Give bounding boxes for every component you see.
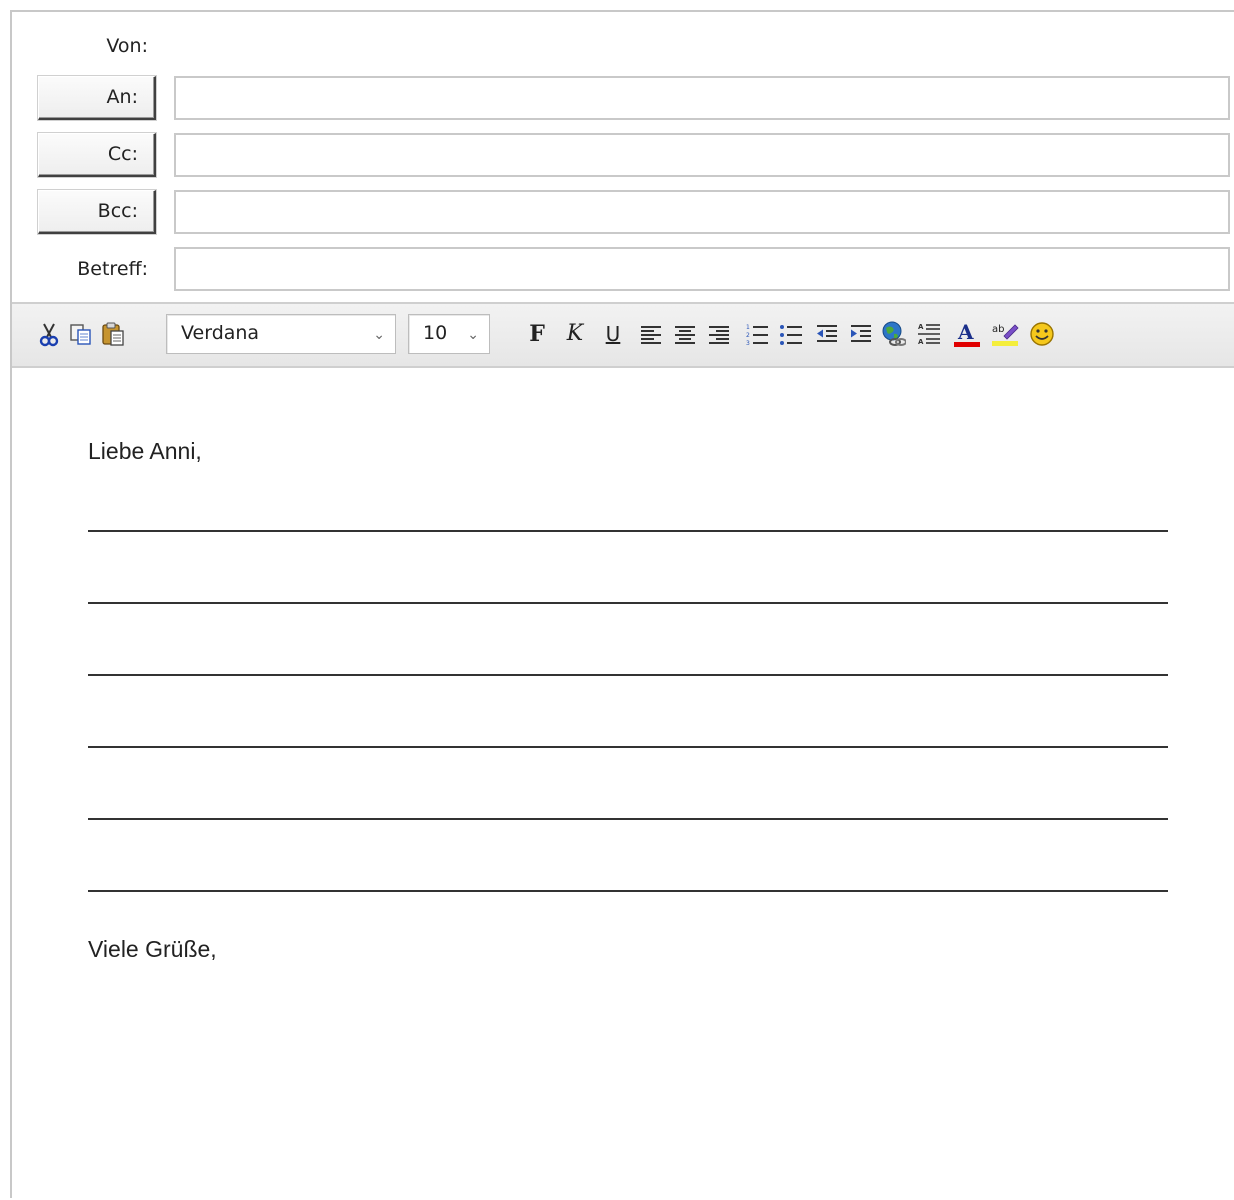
- compose-header: Von: An: Cc: Bcc: Betreff:: [12, 12, 1234, 302]
- paste-icon[interactable]: [100, 320, 126, 348]
- align-center-icon[interactable]: [672, 320, 698, 348]
- svg-text:ab: ab: [992, 324, 1004, 335]
- blank-write-line: [88, 746, 1168, 748]
- insert-link-icon[interactable]: [880, 320, 906, 348]
- font-size-select[interactable]: 10 ⌄: [408, 314, 490, 354]
- copy-icon[interactable]: [68, 320, 94, 348]
- font-family-value: Verdana: [181, 322, 260, 344]
- subject-label: Betreff:: [77, 258, 148, 280]
- chevron-down-icon: ⌄: [373, 327, 385, 343]
- numbered-list-icon[interactable]: 123: [744, 320, 770, 348]
- formatting-toolbar: Verdana ⌄ 10 ⌄ F K U 1 2 3 A A A ab: [12, 302, 1234, 368]
- to-button[interactable]: An:: [38, 76, 156, 120]
- from-row: Von:: [12, 22, 1234, 70]
- svg-text:1: 1: [746, 324, 750, 331]
- to-field[interactable]: [174, 76, 1230, 120]
- svg-text:A: A: [918, 323, 924, 331]
- underline-button[interactable]: U: [600, 318, 626, 350]
- greeting-text: Liebe Anni,: [88, 438, 202, 464]
- to-row: An:: [12, 74, 1234, 122]
- blank-write-line: [88, 890, 1168, 892]
- compose-window: Von: An: Cc: Bcc: Betreff: Verdana ⌄ 10 …: [10, 10, 1234, 1200]
- bullet-list-icon[interactable]: [778, 320, 804, 348]
- line-spacing-icon[interactable]: AA: [916, 320, 942, 348]
- bcc-field[interactable]: [174, 190, 1230, 234]
- subject-row: Betreff:: [12, 245, 1234, 293]
- font-family-select[interactable]: Verdana ⌄: [166, 314, 396, 354]
- font-size-value: 10: [423, 322, 448, 344]
- svg-text:A: A: [918, 338, 924, 346]
- blank-write-line: [88, 674, 1168, 676]
- bcc-button[interactable]: Bcc:: [38, 190, 156, 234]
- scissors-icon[interactable]: [36, 320, 62, 348]
- svg-text:A: A: [957, 320, 974, 344]
- svg-text:3: 3: [746, 340, 750, 347]
- cc-row: Cc:: [12, 131, 1234, 179]
- cc-button[interactable]: Cc:: [38, 133, 156, 177]
- bold-button[interactable]: F: [524, 318, 550, 350]
- emoji-icon[interactable]: [1028, 320, 1056, 348]
- subject-field[interactable]: [174, 247, 1230, 291]
- bcc-row: Bcc:: [12, 188, 1234, 236]
- from-label: Von:: [106, 35, 148, 57]
- font-color-icon[interactable]: A: [952, 320, 982, 348]
- align-left-icon[interactable]: [638, 320, 664, 348]
- cc-field[interactable]: [174, 133, 1230, 177]
- svg-text:2: 2: [746, 332, 750, 339]
- closing-text: Viele Grüße,: [88, 936, 217, 962]
- message-body[interactable]: Liebe Anni, Viele Grüße,: [12, 368, 1234, 1200]
- highlight-icon[interactable]: ab: [990, 320, 1020, 348]
- blank-write-line: [88, 530, 1168, 532]
- indent-icon[interactable]: [848, 320, 874, 348]
- outdent-icon[interactable]: [814, 320, 840, 348]
- chevron-down-icon: ⌄: [467, 327, 479, 343]
- blank-write-line: [88, 818, 1168, 820]
- blank-write-line: [88, 602, 1168, 604]
- align-right-icon[interactable]: [706, 320, 732, 348]
- italic-button[interactable]: K: [562, 318, 588, 350]
